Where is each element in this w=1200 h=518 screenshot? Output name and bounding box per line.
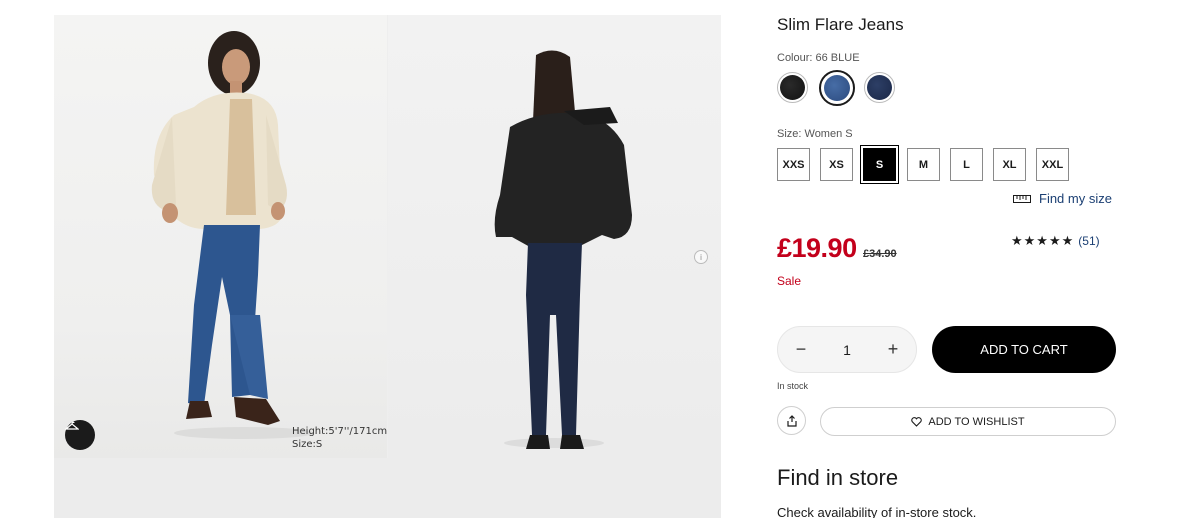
colour-swatch-fill [824,75,850,101]
size-button-l[interactable]: L [950,148,983,181]
add-to-wishlist-button[interactable]: ADD TO WISHLIST [820,407,1116,436]
hanger-icon [65,421,79,430]
size-button-xs[interactable]: XS [820,148,853,181]
quantity-stepper: − 1 + [777,326,917,373]
minus-icon[interactable]: − [792,339,810,359]
size-button-xl[interactable]: XL [993,148,1026,181]
product-image-back[interactable]: i [388,15,721,458]
colour-swatch-navy[interactable] [864,72,895,103]
model-height-text: Height:5'7''/171cm [292,426,387,437]
model-size-text: Size:S [292,439,323,450]
star-rating-icon: ★★★★★ [1011,233,1075,248]
size-button-xxs[interactable]: XXS [777,148,810,181]
share-button[interactable] [777,406,806,435]
size-button-xxl[interactable]: XXL [1036,148,1069,181]
colour-swatch-blue[interactable] [819,70,855,106]
find-my-size-link[interactable]: Find my size [1013,191,1112,206]
colour-swatch-fill [867,75,892,100]
quantity-value[interactable]: 1 [843,342,851,358]
product-image-front[interactable]: Height:5'7''/171cm Size:S [54,15,387,458]
model-back-illustration [494,50,632,449]
product-rating[interactable]: ★★★★★ (51) [1011,233,1100,249]
sale-badge: Sale [777,274,802,288]
original-price: £34.90 [863,248,897,260]
colour-swatch-fill [780,75,805,100]
find-in-store-heading: Find in store [777,465,899,490]
find-in-store-text: Check availability of in-store stock. [777,505,977,518]
ruler-icon [1013,194,1031,203]
size-label: Size: Women S [777,128,853,140]
product-gallery: Height:5'7''/171cm Size:S i [54,15,721,518]
size-button-s[interactable]: S [860,145,899,184]
gallery-next-row [54,458,721,518]
model-front-illustration [151,31,314,439]
share-icon [786,414,797,427]
review-count-link[interactable]: (51) [1078,234,1099,248]
sale-price: £19.90 [777,233,857,263]
product-title: Slim Flare Jeans [777,15,904,34]
stock-status: In stock [777,381,809,391]
heart-icon [911,416,923,427]
colour-swatch-black[interactable] [777,72,808,103]
plus-icon[interactable]: + [884,339,902,359]
find-my-size-label: Find my size [1039,191,1112,206]
wishlist-label: ADD TO WISHLIST [928,415,1025,428]
try-on-button[interactable] [65,420,95,450]
info-icon: i [700,252,702,262]
size-button-m[interactable]: M [907,148,940,181]
add-to-cart-button[interactable]: ADD TO CART [932,326,1116,373]
image-info-button[interactable]: i [694,250,708,264]
model-caption: Height:5'7''/171cm Size:S [292,425,387,451]
colour-label: Colour: 66 BLUE [777,52,860,64]
